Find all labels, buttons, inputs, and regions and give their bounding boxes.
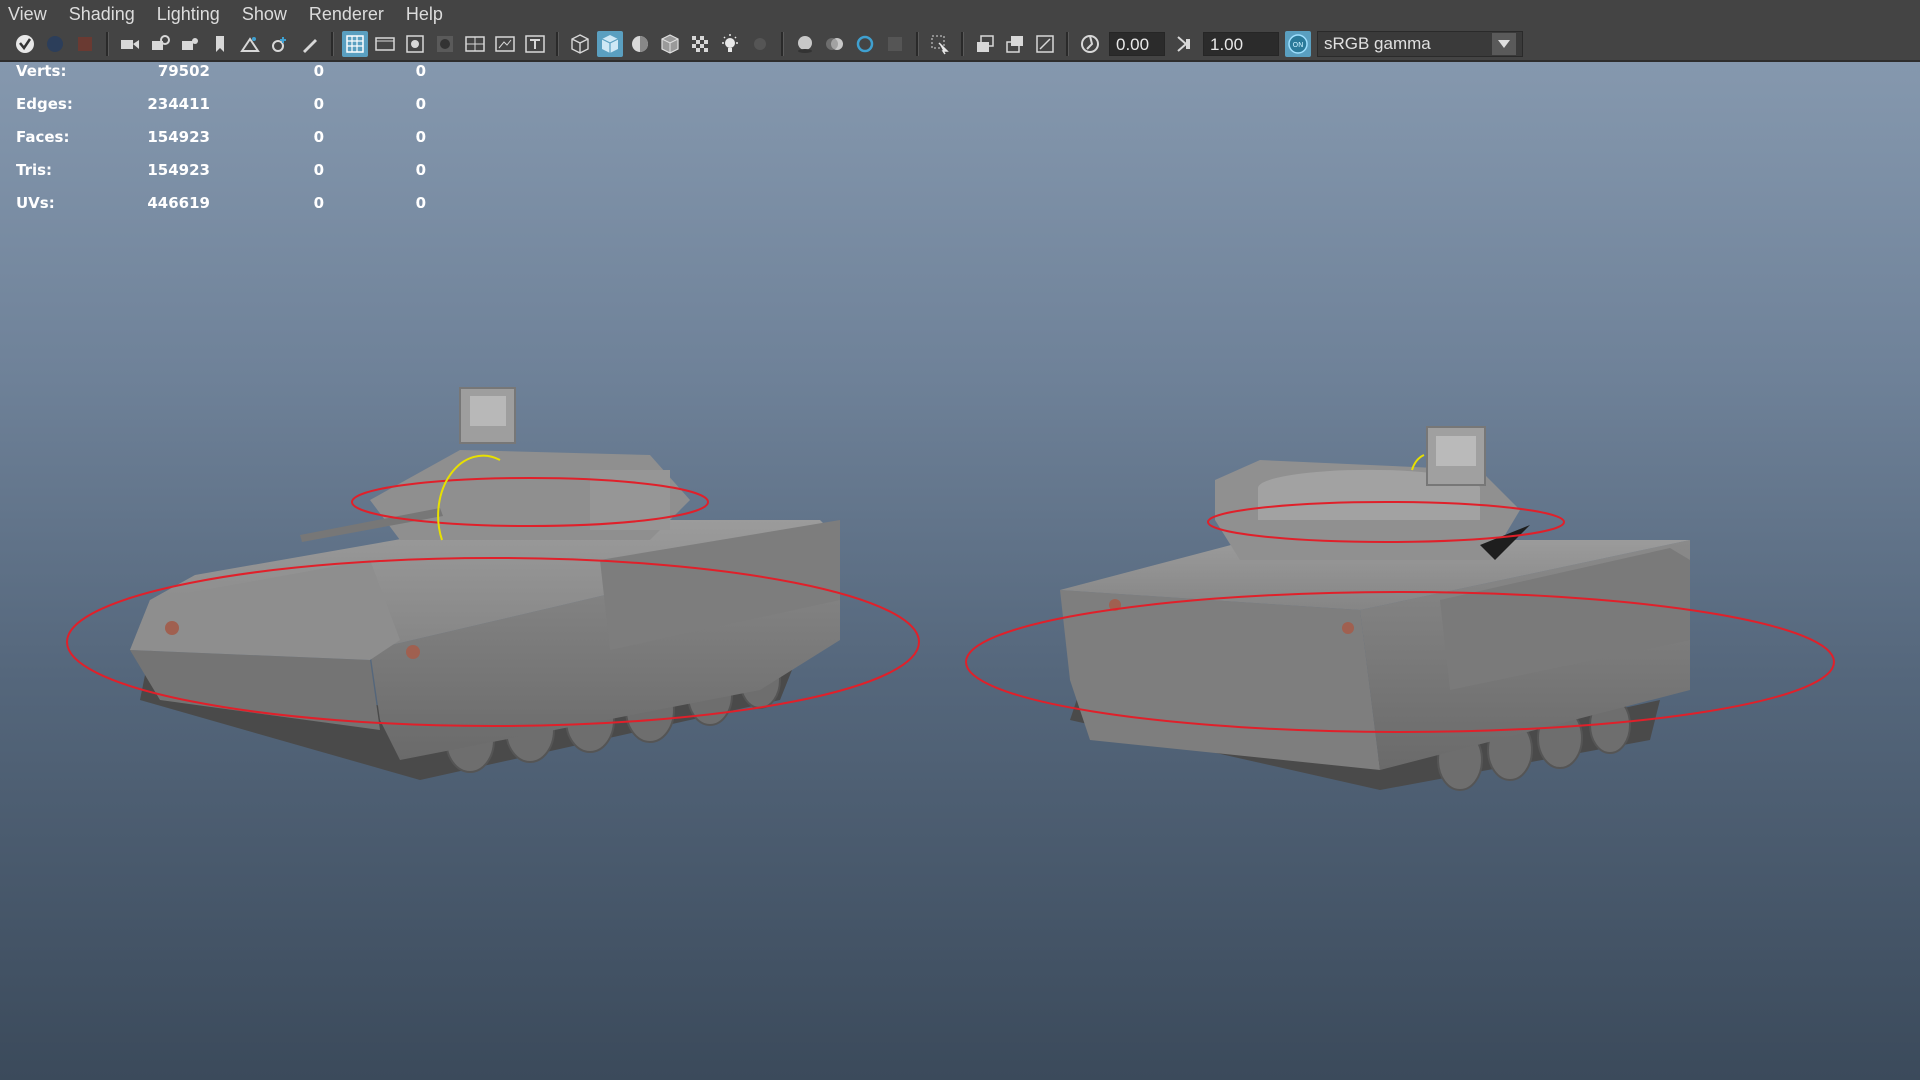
hud-label: Verts:: [16, 62, 67, 80]
hud-row-faces: Faces: 154923 0 0: [16, 128, 446, 161]
gamma-icon[interactable]: [1171, 31, 1197, 57]
hud-value: 79502: [157, 62, 210, 80]
hud-row-uvs: UVs: 446619 0 0: [16, 194, 446, 227]
xray-joints-icon[interactable]: [972, 31, 998, 57]
hud-value: 0: [313, 128, 324, 146]
use-default-material-icon[interactable]: [627, 31, 653, 57]
hud-value: 0: [415, 128, 426, 146]
hud-value: 0: [415, 161, 426, 179]
2d-pan-zoom-icon[interactable]: [267, 31, 293, 57]
dropdown-arrow-icon[interactable]: [1492, 33, 1516, 55]
menu-view[interactable]: View: [4, 0, 59, 28]
hud-value: 234411: [147, 95, 210, 113]
isolate-select-icon[interactable]: [927, 31, 953, 57]
toolbar-separator: [1066, 32, 1069, 56]
color-space-dropdown[interactable]: sRGB gamma: [1317, 31, 1523, 57]
hud-value: 446619: [147, 194, 210, 212]
xray-icon[interactable]: [687, 31, 713, 57]
color-space-label: sRGB gamma: [1324, 34, 1431, 53]
gamma-field[interactable]: 1.00: [1203, 32, 1279, 56]
menu-lighting[interactable]: Lighting: [153, 0, 232, 28]
select-camera-icon[interactable]: [12, 31, 38, 57]
grease-pencil-icon[interactable]: [297, 31, 323, 57]
hud-label: Faces:: [16, 128, 70, 146]
shadows-icon[interactable]: [747, 31, 773, 57]
smooth-shade-icon[interactable]: [597, 31, 623, 57]
hud-value: 154923: [147, 128, 210, 146]
exposure-icon[interactable]: [1077, 31, 1103, 57]
camera-attributes-icon[interactable]: [72, 31, 98, 57]
left-vehicle-headlight: [165, 621, 179, 635]
film-gate-icon[interactable]: [372, 31, 398, 57]
gate-mask-icon[interactable]: [432, 31, 458, 57]
camera-icon[interactable]: [117, 31, 143, 57]
3d-viewport[interactable]: Verts: 79502 0 0 Edges: 234411 0 0 Faces…: [0, 62, 1920, 1080]
hud-value: 0: [415, 95, 426, 113]
grid-icon[interactable]: [342, 31, 368, 57]
toolbar-separator: [781, 32, 784, 56]
safe-action-icon[interactable]: [492, 31, 518, 57]
wireframe-icon[interactable]: [567, 31, 593, 57]
left-vehicle-sight-window: [470, 396, 506, 426]
right-vehicle-rear-plate: [1060, 590, 1380, 770]
hud-label: UVs:: [16, 194, 55, 212]
lock-camera-icon[interactable]: [42, 31, 68, 57]
image-plane-icon[interactable]: [237, 31, 263, 57]
bookmark-icon[interactable]: [207, 31, 233, 57]
use-all-lights-icon[interactable]: [717, 31, 743, 57]
poly-count-hud: Verts: 79502 0 0 Edges: 234411 0 0 Faces…: [16, 62, 446, 227]
hud-value: 0: [313, 95, 324, 113]
menu-shading[interactable]: Shading: [65, 0, 147, 28]
depth-of-field-icon[interactable]: [882, 31, 908, 57]
toolbar-separator: [556, 32, 559, 56]
field-chart-icon[interactable]: [462, 31, 488, 57]
left-vehicle-headlight: [406, 645, 420, 659]
hud-value: 0: [313, 62, 324, 80]
exposure-field[interactable]: 0.00: [1109, 32, 1165, 56]
toolbar-separator: [106, 32, 109, 56]
menu-renderer[interactable]: Renderer: [305, 0, 396, 28]
right-vehicle-model[interactable]: [965, 426, 1835, 791]
menu-help[interactable]: Help: [402, 0, 455, 28]
screen-space-ao-icon[interactable]: [792, 31, 818, 57]
hud-label: Tris:: [16, 161, 53, 179]
hud-value: 0: [415, 194, 426, 212]
hud-value: 154923: [147, 161, 210, 179]
color-management-badge-text: ON: [1293, 41, 1304, 49]
hud-value: 0: [313, 161, 324, 179]
hud-row-verts: Verts: 79502 0 0: [16, 62, 446, 95]
motion-blur-icon[interactable]: [822, 31, 848, 57]
toolbar-separator: [961, 32, 964, 56]
menu-show[interactable]: Show: [238, 0, 299, 28]
toolbar-separator: [916, 32, 919, 56]
hud-label: Edges:: [16, 95, 73, 113]
anti-aliasing-icon[interactable]: [852, 31, 878, 57]
wireframe-on-shaded-icon[interactable]: [657, 31, 683, 57]
right-vehicle-taillight: [1342, 622, 1354, 634]
right-vehicle-sight-window: [1436, 436, 1476, 466]
hud-row-tris: Tris: 154923 0 0: [16, 161, 446, 194]
color-management-icon[interactable]: ON: [1285, 31, 1311, 57]
safe-title-icon[interactable]: [522, 31, 548, 57]
backface-culling-icon[interactable]: [1032, 31, 1058, 57]
resolution-gate-icon[interactable]: [402, 31, 428, 57]
xray-active-components-icon[interactable]: [1002, 31, 1028, 57]
menu-bar: View Shading Lighting Show Renderer Help: [0, 0, 1920, 28]
panel-toolbar: 0.00 1.00 ON sRGB gamma: [0, 28, 1920, 62]
camera-attributes-icon[interactable]: [177, 31, 203, 57]
toolbar-separator: [331, 32, 334, 56]
camera-lock-icon[interactable]: [147, 31, 173, 57]
hud-value: 0: [313, 194, 324, 212]
hud-value: 0: [415, 62, 426, 80]
hud-row-edges: Edges: 234411 0 0: [16, 95, 446, 128]
left-vehicle-model[interactable]: [66, 387, 920, 780]
